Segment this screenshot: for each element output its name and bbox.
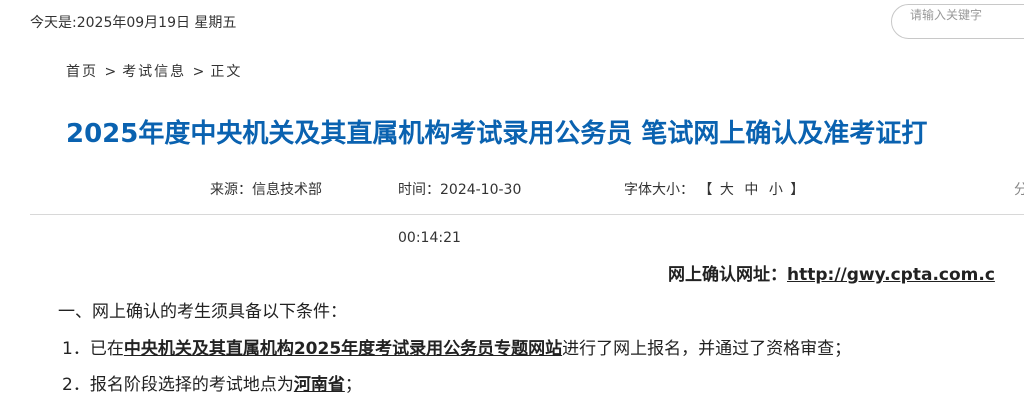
list-item: 2．报名阶段选择的考试地点为河南省； [62,370,362,395]
section-heading: 一、网上确认的考生须具备以下条件： [58,302,347,322]
province-link[interactable]: 河南省 [294,375,345,395]
confirm-url-line: 网上确认网址：http://gwy.cpta.com.c [668,260,995,285]
font-size-bracket-open: 【 [698,182,713,198]
current-date: 今天是:2025年09月19日 星期五 [30,15,237,31]
item-prefix: 1．已在 [62,339,124,359]
share-label: 分 [1014,182,1024,198]
font-size-large-button[interactable]: 大 [717,182,737,198]
item-suffix: 进行了网上报名，并通过了资格审查； [562,339,852,359]
breadcrumb-separator: > [104,64,119,80]
font-size-small-button[interactable]: 小 [766,182,786,198]
article-source: 来源：信息技术部 [210,182,322,198]
font-size-label: 字体大小： [624,182,694,198]
font-size-medium-button[interactable]: 中 [741,182,761,198]
search-box[interactable] [891,4,1024,39]
article-time: 时间：2024-10-30 [398,182,522,198]
meta-divider [30,214,1024,215]
breadcrumb: 首页 > 考试信息 > 正文 [66,61,246,81]
font-size-control: 字体大小： 【 大 中 小 】 [624,179,804,199]
font-size-bracket-close: 】 [790,182,805,198]
confirm-url-label: 网上确认网址： [668,265,787,285]
article-title: 2025年度中央机关及其直属机构考试录用公务员 笔试网上确认及准考证打 [66,119,928,149]
confirm-url-link[interactable]: http://gwy.cpta.com.c [787,265,995,285]
breadcrumb-current: 正文 [210,64,243,80]
exam-website-link[interactable]: 中央机关及其直属机构2025年度考试录用公务员专题网站 [124,339,562,359]
breadcrumb-home[interactable]: 首页 [66,64,98,80]
breadcrumb-category[interactable]: 考试信息 [122,64,186,80]
item-suffix: ； [344,375,362,395]
item-prefix: 2．报名阶段选择的考试地点为 [62,375,294,395]
search-input[interactable] [910,5,1024,25]
list-item: 1．已在中央机关及其直属机构2025年度考试录用公务员专题网站进行了网上报名，并… [62,334,851,359]
page: 今天是:2025年09月19日 星期五 首页 >考试信息 >正文 2025年度中… [0,0,1024,400]
article-time-clock: 00:14:21 [398,230,461,246]
breadcrumb-separator: > [192,64,207,80]
